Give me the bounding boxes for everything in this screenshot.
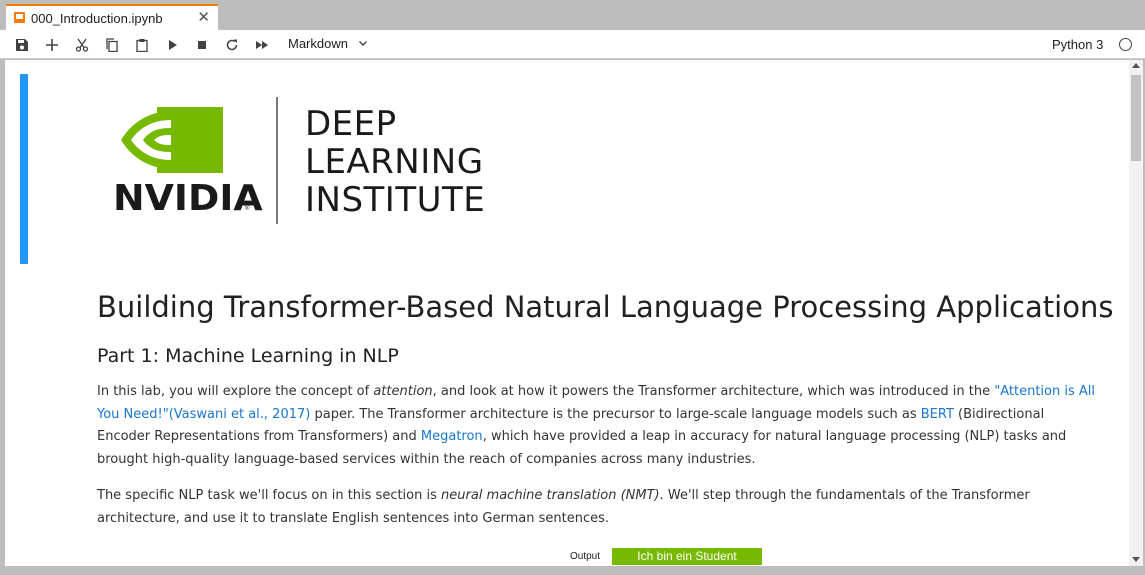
tab-title: 000_Introduction.ipynb — [31, 11, 163, 26]
run-all-icon[interactable] — [252, 35, 272, 55]
dli-line-1: DEEP — [305, 104, 397, 144]
copy-icon[interactable] — [102, 35, 122, 55]
notebook-panel: NVIDIA ® DEEP LEARNING INSTITUTE Buildin… — [5, 60, 1143, 566]
section-heading: Part 1: Machine Learning in NLP — [97, 345, 399, 367]
diagram-output-box: Ich bin ein Student — [612, 548, 762, 565]
page-title: Building Transformer-Based Natural Langu… — [97, 290, 1114, 324]
nvidia-dli-logo: NVIDIA ® DEEP LEARNING INSTITUTE — [105, 90, 495, 230]
cell-collapser[interactable] — [20, 74, 28, 264]
kernel-status-icon — [1119, 38, 1132, 51]
chevron-down-icon — [358, 41, 367, 46]
intro-paragraph: In this lab, you will explore the concep… — [97, 384, 1095, 467]
link-megatron[interactable]: Megatron — [421, 429, 483, 444]
diagram-output-label: Output — [570, 551, 601, 562]
add-cell-icon[interactable] — [42, 35, 62, 55]
emphasis-attention: attention — [373, 384, 433, 399]
nvidia-wordmark: NVIDIA — [113, 178, 263, 219]
cell-type-label: Markdown — [288, 36, 348, 51]
notebook-toolbar: Markdown Python 3 — [0, 30, 1145, 59]
scrollbar-thumb[interactable] — [1131, 75, 1141, 161]
run-icon[interactable] — [162, 35, 182, 55]
tab-bar: 000_Introduction.ipynb ✕ — [0, 0, 1145, 31]
save-icon[interactable] — [12, 35, 32, 55]
dli-line-2: LEARNING — [305, 142, 484, 182]
cut-icon[interactable] — [72, 35, 92, 55]
notebook-icon — [14, 12, 25, 23]
paste-icon[interactable] — [132, 35, 152, 55]
notebook-window: 000_Introduction.ipynb ✕ Markdown Python… — [0, 0, 1145, 575]
logo-divider — [276, 97, 278, 224]
vertical-scrollbar[interactable] — [1129, 60, 1143, 566]
close-icon[interactable]: ✕ — [197, 10, 210, 25]
kernel-name[interactable]: Python 3 — [1052, 37, 1103, 52]
stop-icon[interactable] — [192, 35, 212, 55]
emphasis-nmt: neural machine translation (NMT) — [441, 488, 660, 503]
scroll-up-icon[interactable] — [1132, 63, 1140, 68]
nmt-paragraph: The specific NLP task we'll focus on in … — [97, 488, 1030, 526]
tab-notebook[interactable]: 000_Introduction.ipynb ✕ — [6, 4, 218, 31]
registered-mark: ® — [245, 206, 250, 212]
dli-line-3: INSTITUTE — [305, 180, 486, 220]
link-bert[interactable]: BERT — [921, 407, 954, 422]
restart-icon[interactable] — [222, 35, 242, 55]
scroll-down-icon[interactable] — [1132, 557, 1140, 562]
nvidia-eye-icon — [121, 107, 223, 173]
cell-type-select[interactable]: Markdown — [288, 36, 368, 51]
